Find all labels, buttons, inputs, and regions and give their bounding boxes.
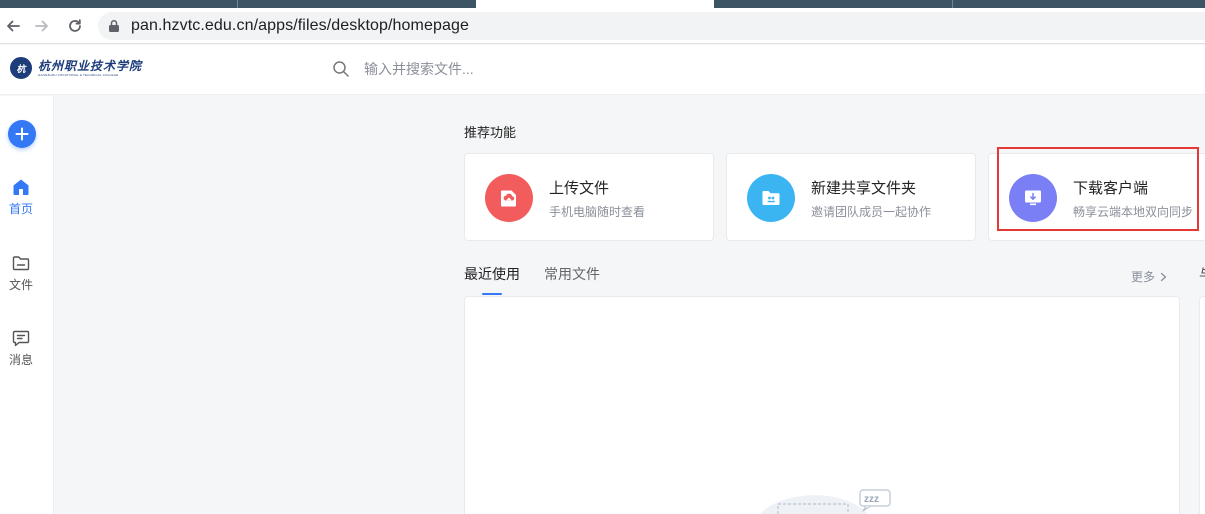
sidebar-item-messages[interactable]: 消息 — [0, 329, 42, 379]
upload-file-card[interactable]: 上传文件 手机电脑随时查看 — [464, 153, 714, 241]
card-subtitle: 畅享云端本地双向同步 — [1073, 205, 1194, 219]
sidebar-item-label: 文件 — [8, 278, 33, 292]
address-url: pan.hzvtc.edu.cn/apps/files/desktop/home… — [131, 17, 469, 34]
college-name: 杭州职业技术学院 — [38, 58, 143, 73]
empty-state-illustration: zzz — [760, 489, 891, 514]
share-folder-icon — [747, 174, 795, 222]
more-label: 更多 — [1131, 270, 1156, 284]
recommend-title: 推荐功能 — [464, 125, 517, 140]
svg-text:zzz: zzz — [864, 494, 879, 505]
search-input[interactable] — [364, 57, 764, 81]
clipped-heading: 与 — [1199, 264, 1205, 280]
browser-tab-strip — [0, 0, 1205, 8]
sidebar-item-files[interactable]: 文件 — [0, 254, 42, 304]
college-english-name: HANGZHOU VOCATIONAL & TECHNICAL COLLEGE — [38, 72, 119, 77]
back-icon[interactable] — [1, 14, 25, 38]
sidebar-item-label: 首页 — [8, 202, 33, 216]
new-share-folder-card[interactable]: 新建共享文件夹 邀请团队成员一起协作 — [726, 153, 976, 241]
recent-files-panel — [464, 296, 1180, 514]
download-client-icon — [1009, 174, 1057, 222]
plus-icon — [15, 127, 29, 141]
forward-icon[interactable] — [30, 14, 54, 38]
card-title: 上传文件 — [549, 180, 610, 197]
upload-icon — [485, 174, 533, 222]
card-subtitle: 手机电脑随时查看 — [549, 205, 646, 219]
search-icon[interactable] — [332, 60, 350, 78]
sidebar-item-home[interactable]: 首页 — [0, 178, 42, 228]
download-client-card[interactable]: 下载客户端 畅享云端本地双向同步 — [988, 153, 1205, 241]
lock-icon[interactable] — [108, 19, 120, 38]
reload-icon[interactable] — [63, 14, 87, 38]
address-bar[interactable]: pan.hzvtc.edu.cn/apps/files/desktop/home… — [98, 12, 1205, 40]
card-subtitle: 邀请团队成员一起协作 — [811, 205, 932, 219]
tab-recent[interactable]: 最近使用 — [464, 264, 520, 284]
add-button[interactable] — [8, 120, 36, 148]
message-icon — [12, 330, 30, 347]
card-title: 新建共享文件夹 — [811, 180, 917, 197]
active-tab-indicator — [482, 293, 502, 295]
sidebar-item-label: 消息 — [8, 353, 33, 367]
app-header: 杭 杭州职业技术学院 HANGZHOU VOCATIONAL & TECHNIC… — [0, 45, 1205, 95]
college-seal-icon: 杭 — [10, 57, 32, 79]
side-panel — [1199, 296, 1205, 514]
chevron-right-icon — [1160, 272, 1167, 281]
browser-toolbar: pan.hzvtc.edu.cn/apps/files/desktop/home… — [0, 8, 1205, 44]
card-title: 下载客户端 — [1073, 180, 1149, 197]
folder-icon — [12, 256, 30, 271]
active-browser-tab[interactable] — [476, 0, 714, 8]
home-icon — [13, 179, 29, 195]
more-link[interactable]: 更多 — [1131, 268, 1167, 285]
college-logo[interactable]: 杭 杭州职业技术学院 HANGZHOU VOCATIONAL & TECHNIC… — [10, 57, 142, 79]
left-sidebar: 首页 文件 消息 — [0, 96, 54, 514]
tab-frequent[interactable]: 常用文件 — [544, 264, 600, 284]
